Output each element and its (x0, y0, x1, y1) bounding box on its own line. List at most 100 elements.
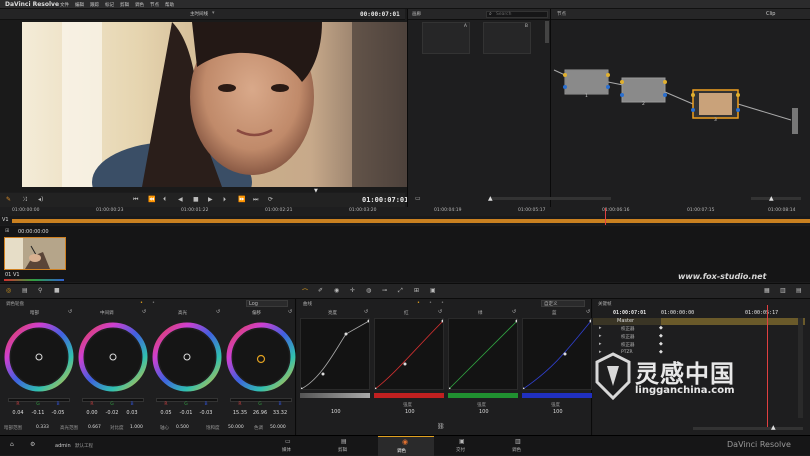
footer-value[interactable]: 0.667 (88, 425, 101, 430)
page-dot-icon[interactable]: • (429, 300, 432, 306)
menu-mark[interactable]: 标记 (105, 2, 114, 8)
tracker-icon[interactable]: ✛ (350, 287, 355, 294)
expand-icon[interactable]: ▸ (599, 333, 602, 339)
tab-color[interactable]: ◉ 调色 (378, 436, 434, 456)
keyframe-row[interactable]: ▸ 校正器 ◆ (593, 325, 805, 333)
window-icon[interactable]: ◉ (334, 287, 339, 294)
curve-intensity-value[interactable]: 100 (331, 409, 341, 415)
color-wheel-tool-icon[interactable]: ◎ (6, 287, 11, 294)
shadows-b[interactable]: -0.05 (47, 410, 69, 416)
reset-icon[interactable]: ↺ (364, 309, 368, 315)
sizing-icon[interactable]: ⤢ (398, 287, 403, 295)
highlights-b[interactable]: -0.03 (195, 410, 217, 416)
green-curve[interactable] (448, 318, 518, 390)
luma-curve[interactable] (300, 318, 370, 390)
info-icon[interactable]: ▤ (796, 287, 802, 294)
keyframe-row[interactable]: ▸ 校正器 ◆ (593, 341, 805, 349)
play-icon[interactable]: ▶ (208, 196, 213, 203)
link-icon[interactable]: ⛓ (437, 423, 445, 430)
curves-mode-select[interactable]: 自定义 (541, 300, 585, 307)
rewind-icon[interactable]: ⏪ (148, 196, 155, 203)
keyframe-bar[interactable] (661, 318, 805, 325)
keyframe-diamond-icon[interactable]: ◆ (659, 325, 663, 331)
grid-icon[interactable]: ⊞ (5, 228, 9, 234)
highlight-tool-icon[interactable]: ✎ (6, 196, 11, 203)
keyframe-scrollbar[interactable] (798, 318, 803, 418)
step-forward-icon[interactable]: ⏵ (223, 196, 226, 204)
shadows-g[interactable]: -0.11 (27, 410, 49, 416)
shuffle-icon[interactable]: ⤨ (22, 196, 27, 204)
stereo-icon[interactable]: ▣ (430, 287, 436, 294)
clip-thumbnail[interactable] (4, 237, 66, 270)
node-zoom-handle[interactable]: ▲ (769, 195, 774, 202)
node-zoom-slider[interactable] (751, 197, 801, 200)
red-intensity-bar[interactable] (374, 393, 444, 398)
stop-icon[interactable]: ■ (193, 196, 199, 203)
gallery-scrollbar[interactable] (545, 21, 549, 43)
offset-b[interactable]: 33.32 (269, 410, 291, 416)
footer-value[interactable]: 0.333 (36, 425, 49, 430)
master-row[interactable]: Master (593, 318, 805, 325)
grid-view-icon[interactable]: ▦ (764, 287, 770, 294)
keyframe-diamond-icon[interactable]: ◆ (659, 341, 663, 347)
curve-intensity-value[interactable]: 100 (553, 409, 563, 415)
expand-icon[interactable]: ▸ (599, 325, 602, 331)
menu-color[interactable]: 调色 (135, 2, 144, 8)
reset-icon[interactable]: ↺ (216, 309, 220, 315)
page-dot-icon[interactable]: • (140, 300, 143, 306)
midtones-r[interactable]: 0.00 (81, 410, 103, 416)
menu-track[interactable]: 跟踪 (90, 2, 99, 8)
timeline-ruler[interactable]: 01:00:00:00 01:00:00:23 01:00:01:22 01:0… (0, 207, 810, 216)
keyframe-diamond-icon[interactable]: ◆ (659, 333, 663, 339)
menu-clip[interactable]: 剪辑 (120, 2, 129, 8)
tab-fairlight[interactable]: ▥ 调色 (500, 436, 540, 456)
tab-media[interactable]: ▭ 媒体 (270, 436, 310, 456)
timeline-track[interactable]: V1 (0, 208, 810, 225)
zoom-slider[interactable] (491, 197, 611, 200)
album-icon[interactable]: ▭ (415, 195, 421, 202)
timeline-clip-bar[interactable] (12, 219, 810, 223)
menu-node[interactable]: 节点 (150, 2, 159, 8)
highlights-r[interactable]: 0.05 (155, 410, 177, 416)
green-intensity-bar[interactable] (448, 393, 518, 398)
reset-icon[interactable]: ↺ (438, 309, 442, 315)
reset-icon[interactable]: ↺ (512, 309, 516, 315)
blur-icon[interactable]: ◍ (366, 287, 371, 294)
offset-g[interactable]: 26.96 (249, 410, 271, 416)
blue-curve[interactable] (522, 318, 592, 390)
footer-value[interactable]: 1.000 (130, 425, 143, 430)
reset-icon[interactable]: ↺ (68, 309, 72, 315)
qualifier-icon[interactable]: ✐ (318, 287, 323, 294)
page-dot-icon[interactable]: • (152, 300, 155, 306)
curve-intensity-value[interactable]: 100 (479, 409, 489, 415)
keyframe-zoom-slider[interactable] (693, 427, 803, 430)
luma-intensity-bar[interactable] (300, 393, 370, 398)
settings-icon[interactable]: ⚙ (30, 441, 35, 448)
footer-value[interactable]: 50.000 (228, 425, 244, 430)
viewer-mode[interactable]: 主时间线 (190, 11, 208, 17)
midtones-g[interactable]: -0.02 (101, 410, 123, 416)
offset-r[interactable]: 15.35 (229, 410, 251, 416)
audio-icon[interactable]: ◂) (38, 196, 43, 203)
menu-edit[interactable]: 编辑 (75, 2, 84, 8)
curves-tool-icon[interactable]: ⌒ (302, 287, 308, 296)
footer-value[interactable]: 50.000 (270, 425, 286, 430)
step-back-icon[interactable]: ⏴ (163, 196, 166, 204)
fast-forward-icon[interactable]: ⏩ (238, 196, 245, 203)
curve-intensity-value[interactable]: 100 (405, 409, 415, 415)
page-dot-icon[interactable]: • (417, 300, 420, 306)
jump-start-icon[interactable]: ⏮ (133, 196, 138, 204)
image-icon[interactable]: ▤ (22, 287, 28, 294)
gallery-still-b[interactable]: B (483, 22, 531, 54)
menu-file[interactable]: 文件 (60, 2, 69, 8)
camera-icon[interactable]: ■ (54, 287, 60, 294)
timeline-playhead[interactable] (605, 208, 606, 225)
menu-help[interactable]: 帮助 (165, 2, 174, 8)
tab-deliver[interactable]: ▣ 交付 (444, 436, 484, 456)
shadows-r[interactable]: 0.04 (7, 410, 29, 416)
node-mode[interactable]: Clip (766, 11, 775, 17)
3d-icon[interactable]: ⊞ (414, 287, 419, 294)
page-dot-icon[interactable]: • (441, 300, 444, 306)
red-curve[interactable] (374, 318, 444, 390)
jump-end-icon[interactable]: ⏭ (253, 196, 258, 204)
